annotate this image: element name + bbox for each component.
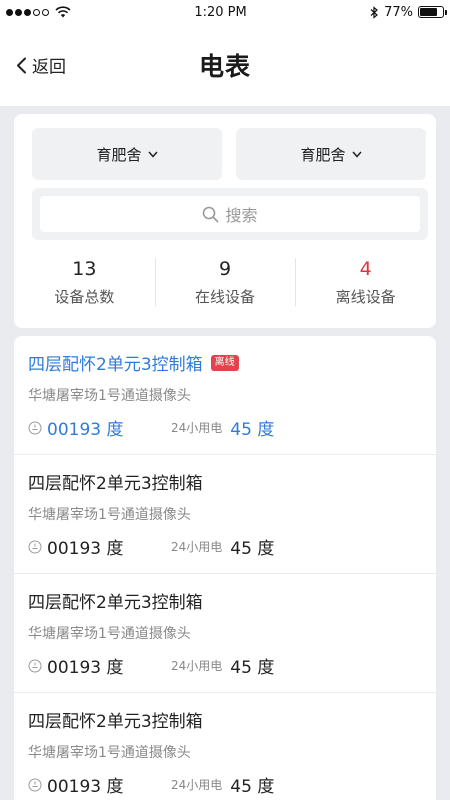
meter-icon [28,659,42,672]
back-label: 返回 [32,57,66,78]
item-title-row: 四层配怀2单元3控制箱 [28,588,422,613]
device-name: 四层配怀2单元3控制箱 [28,712,203,732]
device-location: 华塘屠宰场1号通道摄像头 [28,626,191,642]
device-location: 华塘屠宰场1号通道摄像头 [28,388,191,404]
device-stats: 13 设备总数 9 在线设备 4 离线设备 [14,254,436,310]
device-name: 四层配怀2单元3控制箱 [28,474,203,494]
status-badge: 离线 [210,354,239,371]
usage-label: 24小用电 [171,778,223,792]
chevron-down-icon [351,151,362,158]
item-meta: 00193 度 24小用电 45 度 [28,772,422,797]
status-right: 77% [370,4,447,20]
bluetooth-icon [370,5,378,19]
building-dropdown-right[interactable]: 育肥舍 [236,128,426,180]
chevron-left-icon [17,57,26,73]
meter-icon [28,421,42,434]
item-meta: 00193 度 24小用电 45 度 [28,534,422,559]
item-title-row: 四层配怀2单元3控制箱 离线 [28,350,422,375]
list-item[interactable]: 四层配怀2单元3控制箱 华塘屠宰场1号通道摄像头 00193 度 24小用电 4… [14,455,436,574]
device-location: 华塘屠宰场1号通道摄像头 [28,745,191,761]
battery-icon [417,6,447,18]
usage-value: 45 度 [230,539,275,559]
search-input[interactable]: 搜索 [40,196,420,232]
battery-level [419,8,437,16]
usage-label: 24小用电 [171,659,223,673]
stat-label: 设备总数 [54,287,115,306]
building-dropdown-left[interactable]: 育肥舍 [32,128,222,180]
battery-percent: 77% [384,4,413,20]
item-meta: 00193 度 24小用电 45 度 [28,415,422,440]
search-icon [203,206,219,222]
back-button[interactable]: 返回 [16,53,66,78]
usage-value: 45 度 [230,658,275,678]
usage-label: 24小用电 [171,540,223,554]
item-title-row: 四层配怀2单元3控制箱 [28,469,422,494]
filter-card: 育肥舍 育肥舍 搜索 13 设备总数 9 在线设备 4 离线设备 [14,114,436,328]
page-title: 电表 [198,52,251,81]
stat-label: 离线设备 [335,287,396,306]
list-item[interactable]: 四层配怀2单元3控制箱 华塘屠宰场1号通道摄像头 00193 度 24小用电 4… [14,574,436,693]
search-bar: 搜索 [32,188,428,240]
status-left [6,6,71,18]
nav-bar: 返回 电表 [0,24,450,106]
stat-value: 13 [72,257,97,280]
meter-reading: 00193 度 [47,420,124,440]
meter-icon [28,540,42,553]
stat-online[interactable]: 9 在线设备 [154,254,296,310]
status-time: 1:20 PM [194,4,247,20]
device-name: 四层配怀2单元3控制箱 [28,593,203,613]
device-location: 华塘屠宰场1号通道摄像头 [28,507,191,523]
usage-value: 45 度 [230,777,275,797]
meter-reading: 00193 度 [47,539,124,559]
item-title-row: 四层配怀2单元3控制箱 [28,707,422,732]
chevron-down-icon [147,151,158,158]
stat-value: 9 [218,257,232,280]
usage-value: 45 度 [230,420,275,440]
meter-reading: 00193 度 [47,777,124,797]
list-item[interactable]: 四层配怀2单元3控制箱 华塘屠宰场1号通道摄像头 00193 度 24小用电 4… [14,693,436,800]
status-bar: 1:20 PM 77% [0,0,450,24]
signal-strength-icon [6,8,49,16]
usage-label: 24小用电 [171,421,223,435]
wifi-icon [55,6,71,18]
search-placeholder: 搜索 [225,206,258,225]
dropdown-value: 育肥舍 [96,145,142,164]
stat-label: 在线设备 [195,287,256,306]
meter-icon [28,778,42,791]
device-list: 四层配怀2单元3控制箱 离线 华塘屠宰场1号通道摄像头 00193 度 24小用… [14,336,436,800]
dropdown-value: 育肥舍 [300,145,346,164]
stat-offline[interactable]: 4 离线设备 [295,254,436,310]
stat-value: 4 [359,257,372,280]
item-meta: 00193 度 24小用电 45 度 [28,653,422,678]
list-item[interactable]: 四层配怀2单元3控制箱 离线 华塘屠宰场1号通道摄像头 00193 度 24小用… [14,336,436,455]
stat-total[interactable]: 13 设备总数 [14,254,155,310]
device-name: 四层配怀2单元3控制箱 [28,355,203,375]
meter-reading: 00193 度 [47,658,124,678]
